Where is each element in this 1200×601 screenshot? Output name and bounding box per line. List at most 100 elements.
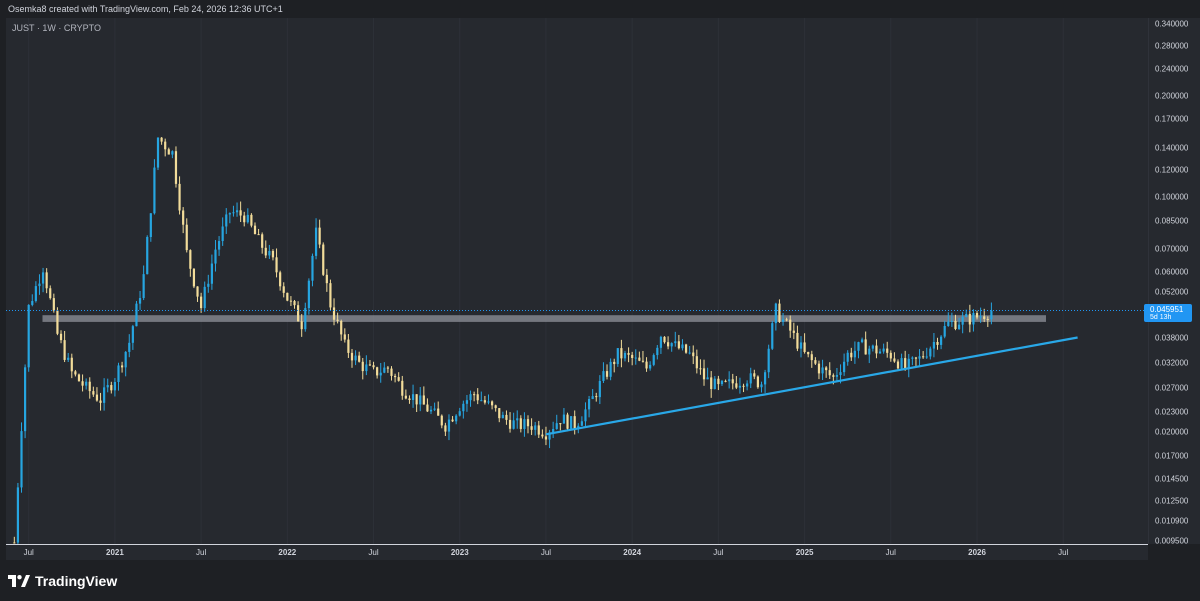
candle-body (45, 272, 48, 289)
candle-body (178, 183, 181, 211)
candle (70, 353, 73, 379)
candle (41, 267, 45, 293)
candle (922, 351, 925, 359)
candle-body (537, 425, 540, 435)
candle (225, 208, 228, 234)
candle (602, 362, 605, 383)
candle-body (455, 415, 458, 422)
candle-body (95, 394, 99, 401)
candle-body (376, 367, 379, 376)
candle-body (763, 372, 767, 385)
candle-body (803, 342, 806, 352)
candle (627, 347, 630, 363)
candle-body (699, 368, 702, 370)
candle (250, 213, 253, 228)
time-tick-label: Jul (195, 548, 207, 557)
candle (666, 336, 670, 350)
candle-body (983, 316, 986, 319)
candle (131, 324, 134, 350)
candle (174, 146, 178, 188)
tradingview-logo[interactable]: TradingView (8, 572, 117, 590)
candle-body (566, 414, 569, 429)
candle (490, 400, 494, 410)
symbol-label: JUST · 1W · CRYPTO (12, 23, 102, 33)
candle (257, 228, 260, 236)
candle-body (286, 292, 289, 301)
candle-body (516, 418, 519, 421)
candle (961, 311, 964, 334)
candle (526, 415, 530, 434)
candle-body (922, 356, 925, 358)
candle (681, 339, 684, 351)
candle-body (483, 400, 486, 403)
candle-body (34, 286, 37, 302)
candle-body (401, 380, 404, 396)
candle (918, 349, 921, 367)
candle-body (411, 394, 415, 400)
candle-body (659, 336, 663, 348)
candle (264, 240, 267, 259)
candle (52, 293, 55, 313)
candle-body (304, 308, 307, 330)
candle-body (171, 151, 174, 155)
candle-body (753, 373, 756, 377)
candle-body (771, 323, 774, 349)
candle (638, 351, 641, 362)
chart-area[interactable]: JUST · 1W · CRYPTO (6, 18, 1148, 544)
candle (753, 369, 756, 380)
candle-body (85, 381, 88, 386)
candle (85, 378, 88, 390)
candle-body (846, 352, 849, 362)
candle-body (713, 378, 716, 390)
candle (49, 285, 52, 300)
time-tick-label: Jul (23, 548, 34, 557)
candle-body (27, 304, 30, 368)
candle (724, 379, 727, 383)
header-text: Osemka8 created with TradingView.com, Fe… (8, 4, 283, 14)
candle (325, 268, 328, 292)
candle (605, 364, 609, 380)
candle-body (670, 343, 673, 347)
candle (656, 345, 659, 360)
candle (207, 274, 210, 293)
candle-body (875, 345, 878, 354)
candle (868, 345, 871, 364)
candle (103, 378, 106, 411)
candle (932, 333, 936, 358)
candle (634, 349, 637, 365)
time-axis[interactable]: Jul 2021 Jul 2022 Jul 2023 Jul 2024 Jul 2025 Jul 20… (6, 544, 1148, 561)
candle-body (850, 352, 853, 358)
candle (318, 219, 321, 249)
candle-body (311, 255, 314, 281)
price-tick-label: 0.140000 (1155, 143, 1189, 153)
candle-body (587, 399, 591, 410)
candle (706, 367, 709, 380)
candle-body (972, 313, 975, 325)
candle (23, 364, 27, 439)
price-axis[interactable]: 0.340000 0.280000 0.240000 0.200000 0.170000… (1148, 18, 1200, 545)
candle-body (70, 357, 73, 372)
candle-body (957, 324, 961, 329)
candle-body (864, 339, 867, 355)
candle (907, 353, 910, 378)
candle-body (235, 210, 239, 213)
time-tick-label: Jul (713, 548, 724, 557)
candle (792, 322, 795, 340)
candle-body (343, 334, 346, 340)
candle-body (16, 487, 20, 543)
candle (476, 388, 479, 405)
candle-body (591, 396, 594, 400)
candle (34, 281, 37, 303)
chart-canvas[interactable] (6, 18, 1148, 544)
candle (239, 201, 242, 223)
candle-body (688, 352, 691, 354)
candle (146, 235, 149, 275)
candle (329, 279, 332, 311)
candle (555, 414, 558, 430)
candle (358, 351, 361, 363)
candle (246, 208, 249, 224)
candle (304, 302, 307, 332)
candle-body (422, 395, 425, 405)
candle-body (307, 280, 310, 309)
candle-body (232, 212, 235, 214)
